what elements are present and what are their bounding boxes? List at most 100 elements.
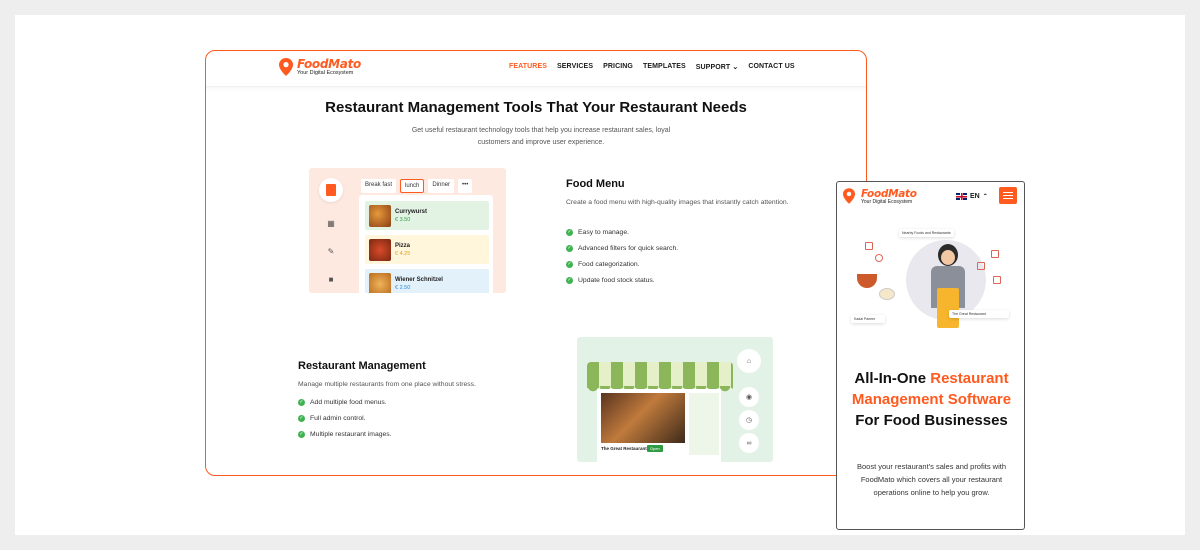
- store-icon: ⌂: [737, 349, 761, 373]
- logo-name: FoodMato: [297, 57, 361, 71]
- meal-tabs: Break fast lunch Dinner •••: [361, 179, 473, 193]
- feature-item: ✓ Easy to manage.: [566, 229, 629, 236]
- restaurant-management-description: Manage multiple restaurants from one pla…: [298, 381, 476, 388]
- restaurant-card: The Great Restaurant Open: [597, 389, 721, 462]
- restaurant-photo: [601, 393, 685, 443]
- title-prefix: All-In-One: [854, 370, 931, 387]
- food-menu-illustration: ▦ ✎ ■ Break fast lunch Dinner ••• Curryw…: [309, 168, 506, 293]
- logo-name: FoodMato: [861, 187, 917, 200]
- feature-item: ✓ Update food stock status.: [566, 277, 655, 284]
- hero-title: Restaurant Management Tools That Your Re…: [325, 99, 747, 116]
- menu-item-name: Pizza: [395, 242, 411, 249]
- qr-icon: [991, 250, 999, 258]
- location-icon: ◉: [739, 387, 759, 407]
- desktop-preview: FoodMato Your Digital Ecosystem FEATURES…: [205, 50, 867, 476]
- menu-item: Wiener Schnitzel € 2.50: [365, 269, 489, 293]
- trash-icon: ■: [328, 274, 334, 284]
- logo-tagline: Your Digital Ecosystem: [297, 70, 354, 76]
- curry-bowl: [857, 274, 877, 288]
- menu-item: Pizza € 4.25: [365, 235, 489, 264]
- edit-icon: ✎: [327, 246, 335, 256]
- dish-card: Kadai Paneer: [851, 315, 885, 323]
- title-suffix: For Food Businesses: [855, 412, 1008, 429]
- logo-pin-icon: [843, 188, 857, 206]
- menu-item-price: € 4.25: [395, 250, 411, 257]
- desktop-logo[interactable]: FoodMato Your Digital Ecosystem: [279, 58, 361, 77]
- showcase-canvas: FoodMato Your Digital Ecosystem FEATURES…: [15, 15, 1185, 535]
- nearby-chip: Nearby Foods and Restaurants: [899, 229, 954, 237]
- menu-item-price: € 3.50: [395, 216, 411, 223]
- tab-dinner: Dinner: [428, 179, 455, 193]
- pizza-image: [369, 238, 391, 261]
- menu-item-name: Wiener Schnitzel: [395, 276, 443, 283]
- nav-features[interactable]: FEATURES: [509, 63, 547, 71]
- nav-templates[interactable]: TEMPLATES: [643, 63, 686, 71]
- feature-label: Easy to manage.: [578, 229, 630, 236]
- mail-icon: [977, 262, 985, 270]
- image-icon: [865, 242, 873, 250]
- check-icon: ✓: [566, 229, 573, 236]
- chevron-up-icon: ⌃: [982, 194, 988, 200]
- nav-contact-us[interactable]: CONTACT US: [748, 63, 794, 71]
- uk-flag-icon: [956, 193, 967, 200]
- mobile-preview: FoodMato Your Digital Ecosystem EN ⌃ Nea…: [836, 181, 1025, 530]
- check-icon: ✓: [566, 277, 573, 284]
- menu-item-price: € 2.50: [395, 284, 411, 291]
- menu-item-name: Currywurst: [395, 208, 428, 215]
- awning-graphic: [587, 362, 733, 388]
- nav-pricing[interactable]: PRICING: [603, 63, 633, 71]
- phone-icon: [993, 276, 1001, 284]
- restaurant-card: The Great Restaurant: [949, 310, 1009, 318]
- check-icon: ✓: [566, 245, 573, 252]
- link-icon: ∞: [739, 433, 759, 453]
- language-code: EN: [970, 193, 980, 200]
- feature-label: Food categorization.: [578, 261, 640, 268]
- mobile-hero-description: Boost your restaurant's sales and profit…: [856, 462, 1006, 497]
- tab-lunch: lunch: [400, 179, 425, 193]
- tab-more: •••: [458, 179, 473, 193]
- desktop-navbar: FoodMato Your Digital Ecosystem FEATURES…: [206, 51, 866, 87]
- feature-label: Advanced filters for quick search.: [578, 245, 679, 252]
- schnitzel-image: [369, 272, 391, 293]
- menu-book-icon: [319, 178, 343, 202]
- nav-services[interactable]: SERVICES: [557, 63, 593, 71]
- restaurant-info-panel: [689, 393, 719, 455]
- hero-illustration: Nearby Foods and Restaurants Kadai Panee…: [851, 222, 1013, 342]
- feature-item: ✓ Food categorization.: [566, 261, 640, 268]
- feature-label: Update food stock status.: [578, 277, 655, 284]
- clock-icon: ◷: [739, 410, 759, 430]
- user-icon: [875, 254, 883, 262]
- currywurst-image: [369, 204, 391, 227]
- mobile-logo[interactable]: FoodMato Your Digital Ecosystem: [843, 188, 917, 206]
- feature-label: Add multiple food menus.: [310, 399, 387, 406]
- feature-item: ✓ Multiple restaurant images.: [298, 431, 392, 438]
- check-icon: ✓: [566, 261, 573, 268]
- tab-breakfast: Break fast: [361, 179, 397, 193]
- hero-subtitle: Get useful restaurant technology tools t…: [411, 127, 671, 146]
- restaurant-management-title: Restaurant Management: [298, 360, 426, 372]
- nav-support[interactable]: SUPPORT ⌄: [696, 63, 739, 71]
- dish-plate: [879, 288, 895, 300]
- feature-item: ✓ Add multiple food menus.: [298, 399, 387, 406]
- feature-label: Multiple restaurant images.: [310, 431, 392, 438]
- hamburger-menu-button[interactable]: [999, 187, 1017, 204]
- open-badge: Open: [647, 445, 663, 452]
- qr-icon: ▦: [327, 218, 335, 228]
- logo-tagline: Your Digital Ecosystem: [861, 199, 913, 206]
- check-icon: ✓: [298, 431, 305, 438]
- feature-item: ✓ Full admin control.: [298, 415, 366, 422]
- food-menu-title: Food Menu: [566, 178, 625, 190]
- logo-pin-icon: [279, 58, 293, 77]
- chef-figure: [927, 244, 969, 339]
- check-icon: ✓: [298, 399, 305, 406]
- check-icon: ✓: [298, 415, 305, 422]
- language-selector[interactable]: EN ⌃: [956, 193, 988, 200]
- menu-item: Currywurst € 3.50: [365, 201, 489, 230]
- feature-item: ✓ Advanced filters for quick search.: [566, 245, 678, 252]
- restaurant-card-label: The Great Restaurant: [601, 446, 647, 451]
- desktop-menu: FEATURES SERVICES PRICING TEMPLATES SUPP…: [509, 63, 795, 71]
- mobile-hero-title: All-In-One Restaurant Management Softwar…: [843, 368, 1020, 431]
- feature-label: Full admin control.: [310, 415, 366, 422]
- restaurant-illustration: The Great Restaurant Open ⌂ ◉ ◷ ∞: [577, 337, 773, 462]
- food-menu-description: Create a food menu with high-quality ima…: [566, 199, 789, 206]
